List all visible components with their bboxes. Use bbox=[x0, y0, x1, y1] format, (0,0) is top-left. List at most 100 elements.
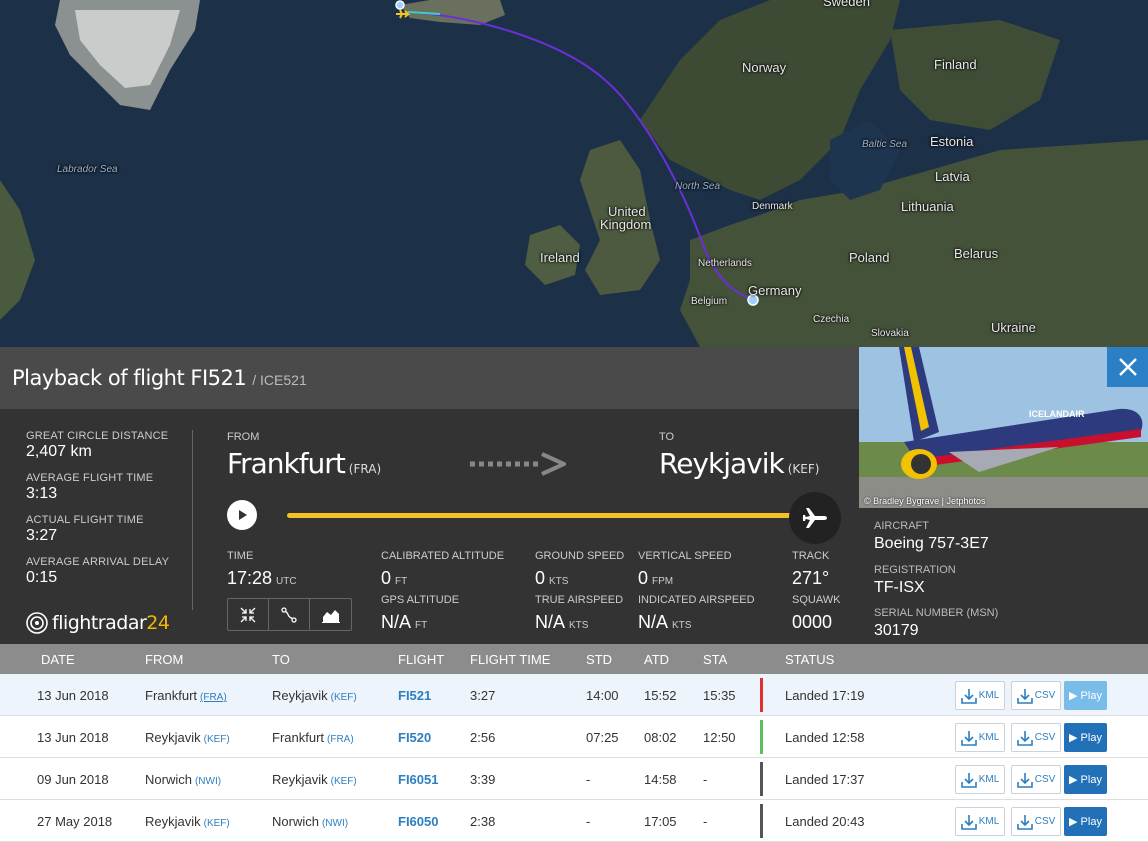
map-label-north-sea: North Sea bbox=[675, 181, 721, 192]
table-row[interactable]: 13 Jun 2018 Reykjavik (KEF) Frankfurt (FRA… bbox=[0, 716, 1148, 758]
column-header-status: STATUS bbox=[785, 652, 835, 667]
row-status: Landed 17:19 bbox=[785, 688, 865, 703]
play-flight-button[interactable]: ▶ Play bbox=[1064, 681, 1107, 710]
row-origin: Frankfurt (FRA) bbox=[145, 688, 227, 703]
row-origin: Norwich (NWI) bbox=[145, 772, 222, 787]
collapse-view-button[interactable] bbox=[228, 599, 269, 630]
row-origin: Reykjavik (KEF) bbox=[145, 730, 230, 745]
map-label-germany: Germany bbox=[748, 283, 802, 298]
row-atd: 08:02 bbox=[644, 730, 677, 745]
indicated-airspeed-label: INDICATED AIRSPEED bbox=[638, 594, 755, 606]
playback-plane-marker[interactable] bbox=[789, 492, 841, 544]
row-origin: Reykjavik (KEF) bbox=[145, 814, 230, 829]
flight-number-link[interactable]: FI520 bbox=[398, 730, 431, 745]
close-button[interactable] bbox=[1107, 347, 1148, 387]
registration-label: REGISTRATION bbox=[874, 564, 956, 576]
origin-airport-link[interactable]: (NWI) bbox=[195, 776, 221, 787]
status-indicator bbox=[760, 804, 763, 838]
page-title: Playback of flight FI521 bbox=[12, 366, 247, 390]
play-flight-button[interactable]: ▶ Play bbox=[1064, 765, 1107, 794]
row-atd: 17:05 bbox=[644, 814, 677, 829]
row-status: Landed 20:43 bbox=[785, 814, 865, 829]
stat-label: AVERAGE FLIGHT TIME bbox=[26, 472, 154, 484]
divider bbox=[192, 430, 193, 610]
map-label-slovakia: Slovakia bbox=[871, 328, 909, 339]
flight-number-link[interactable]: FI6050 bbox=[398, 814, 438, 829]
time-value: 17:28 UTC bbox=[227, 568, 297, 588]
download-icon bbox=[1016, 688, 1033, 704]
gps-altitude-label: GPS ALTITUDE bbox=[381, 594, 460, 606]
table-row[interactable]: 13 Jun 2018 Frankfurt (FRA) Reykjavik (KEF… bbox=[0, 674, 1148, 716]
download-csv-button[interactable]: CSV bbox=[1011, 723, 1061, 752]
map-label-belgium: Belgium bbox=[691, 296, 728, 307]
route-view-button[interactable] bbox=[269, 599, 310, 630]
status-indicator bbox=[760, 762, 763, 796]
row-flight-time: 2:38 bbox=[470, 814, 496, 829]
stat-value: 0:15 bbox=[26, 569, 58, 586]
map-label-ireland: Ireland bbox=[540, 250, 580, 265]
flight-number-link[interactable]: FI521 bbox=[398, 688, 431, 703]
table-row[interactable]: 09 Jun 2018 Norwich (NWI) Reykjavik (KEF) … bbox=[0, 758, 1148, 800]
row-sta: 12:50 bbox=[703, 730, 736, 745]
vertical-speed-label: VERTICAL SPEED bbox=[638, 550, 732, 562]
row-flight-time: 3:27 bbox=[470, 688, 496, 703]
row-atd: 14:58 bbox=[644, 772, 677, 787]
destination-airport-link[interactable]: (KEF) bbox=[331, 776, 357, 787]
photo-credit[interactable]: © Bradley Bygrave | Jetphotos bbox=[864, 496, 986, 506]
panel-header: Playback of flight FI521 / ICE521 bbox=[0, 347, 859, 409]
download-kml-button[interactable]: KML bbox=[955, 765, 1005, 794]
play-icon bbox=[239, 510, 247, 520]
origin-airport-link[interactable]: (KEF) bbox=[204, 818, 230, 829]
vertical-speed-value: 0 FPM bbox=[638, 568, 674, 588]
stat-value: 3:13 bbox=[26, 485, 58, 502]
download-icon bbox=[960, 688, 977, 704]
map-label-czechia: Czechia bbox=[813, 314, 850, 325]
status-indicator bbox=[760, 720, 763, 754]
row-flight-time: 3:39 bbox=[470, 772, 496, 787]
true-airspeed-value: N/A KTS bbox=[535, 612, 589, 632]
row-date: 13 Jun 2018 bbox=[37, 688, 109, 703]
row-date: 27 May 2018 bbox=[37, 814, 113, 829]
row-std: - bbox=[586, 772, 591, 787]
map-label-uk-line2: Kingdom bbox=[600, 217, 652, 232]
aircraft-photo[interactable]: ICELANDAIR © Bradley Bygrave | Jetphotos bbox=[859, 347, 1148, 508]
table-row[interactable]: 27 May 2018 Reykjavik (KEF) Norwich (NWI) … bbox=[0, 800, 1148, 842]
table-header: DATE FROM TO FLIGHT FLIGHT TIME STD ATD … bbox=[0, 644, 1148, 674]
aircraft-card: ICELANDAIR © Bradley Bygrave | Jetphotos… bbox=[859, 347, 1148, 644]
area-chart-icon bbox=[321, 609, 340, 623]
play-flight-button[interactable]: ▶ Play bbox=[1064, 723, 1107, 752]
altitude-graph-button[interactable] bbox=[310, 599, 351, 630]
map-label-sweden: Sweden bbox=[823, 0, 870, 9]
destination-airport-link[interactable]: (FRA) bbox=[327, 734, 354, 745]
flight-number-link[interactable]: FI6051 bbox=[398, 772, 438, 787]
download-icon bbox=[1016, 814, 1033, 830]
destination-airport-link[interactable]: (NWI) bbox=[322, 818, 348, 829]
download-csv-button[interactable]: CSV bbox=[1011, 681, 1061, 710]
logo-text: flightradar24 bbox=[52, 612, 170, 634]
map-label-labrador-sea: Labrador Sea bbox=[57, 164, 118, 175]
origin-airport-link[interactable]: (FRA) bbox=[200, 692, 227, 703]
svg-text:ICELANDAIR: ICELANDAIR bbox=[1029, 409, 1085, 419]
download-csv-button[interactable]: CSV bbox=[1011, 807, 1061, 836]
download-kml-button[interactable]: KML bbox=[955, 723, 1005, 752]
stat-label: ACTUAL FLIGHT TIME bbox=[26, 514, 144, 526]
map-label-lithuania: Lithuania bbox=[901, 199, 954, 214]
airplane-icon bbox=[802, 508, 827, 528]
flight-map[interactable]: Sweden Norway Finland Estonia Latvia Lit… bbox=[0, 0, 1148, 347]
playback-progress-bar[interactable] bbox=[287, 513, 807, 518]
row-date: 09 Jun 2018 bbox=[37, 772, 109, 787]
download-csv-button[interactable]: CSV bbox=[1011, 765, 1061, 794]
close-icon bbox=[1118, 358, 1137, 376]
stat-label: GREAT CIRCLE DISTANCE bbox=[26, 430, 169, 442]
play-button[interactable] bbox=[227, 500, 257, 530]
origin-airport-link[interactable]: (KEF) bbox=[204, 734, 230, 745]
map-terrain bbox=[0, 0, 1148, 347]
callsign-subtitle: / ICE521 bbox=[252, 372, 307, 388]
download-kml-button[interactable]: KML bbox=[955, 681, 1005, 710]
play-flight-button[interactable]: ▶ Play bbox=[1064, 807, 1107, 836]
flightradar24-logo[interactable]: flightradar24 bbox=[26, 612, 170, 634]
download-kml-button[interactable]: KML bbox=[955, 807, 1005, 836]
download-icon bbox=[960, 730, 977, 746]
registration-value: TF-ISX bbox=[874, 579, 925, 596]
destination-airport-link[interactable]: (KEF) bbox=[331, 692, 357, 703]
